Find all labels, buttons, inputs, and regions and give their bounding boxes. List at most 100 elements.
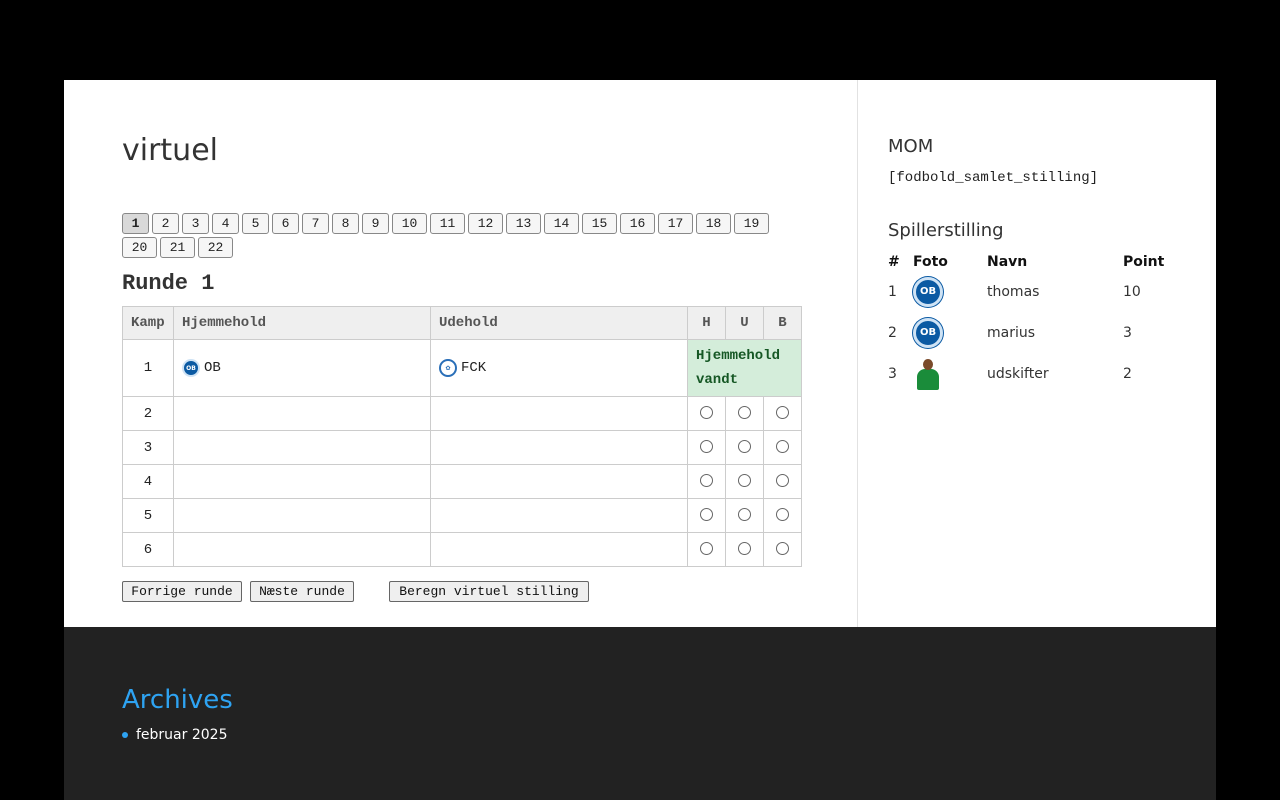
round-button-6[interactable]: 6 (272, 213, 299, 234)
round-button-4[interactable]: 4 (212, 213, 239, 234)
ob-logo-icon: OB (913, 276, 943, 307)
mom-title: MOM (888, 136, 934, 157)
footer: Archives februar 2025 (64, 627, 1216, 800)
radio-draw[interactable] (738, 440, 751, 454)
round-actions: Forrige runde Næste runde Beregn virtuel… (122, 581, 802, 603)
round-button-10[interactable]: 10 (392, 213, 427, 234)
away-team-cell (430, 532, 688, 567)
matches-table: Kamp Hjemmehold Udehold H U B 1 OB OB ✿ FC… (122, 306, 802, 567)
page-title: virtuel (122, 133, 218, 168)
round-button-18[interactable]: 18 (696, 213, 731, 234)
fck-logo-icon: ✿ (439, 359, 457, 377)
match-number: 3 (122, 430, 174, 465)
col-b: B (763, 306, 802, 340)
col-kamp: Kamp (122, 306, 174, 340)
rank: 3 (888, 365, 897, 382)
shortcode-text: [fodbold_samlet_stilling] (888, 170, 1099, 186)
radio-draw[interactable] (738, 406, 751, 420)
radio-away-win[interactable] (776, 406, 789, 420)
col-away: Udehold (430, 306, 688, 340)
standings-title: Spillerstilling (888, 220, 1004, 241)
archives-title: Archives (122, 685, 233, 715)
round-button-17[interactable]: 17 (658, 213, 693, 234)
round-button-1[interactable]: 1 (122, 213, 149, 234)
radio-away-win[interactable] (776, 440, 789, 454)
home-team-cell (173, 396, 431, 431)
radio-away-win[interactable] (776, 474, 789, 488)
sidebar-divider (857, 80, 858, 627)
round-button-20[interactable]: 20 (122, 237, 157, 258)
match-number: 4 (122, 464, 174, 499)
player-standings-table: # Foto Navn Point 1 OB thomas 10 2 OB ma… (888, 253, 1183, 394)
player-name: thomas (987, 283, 1040, 300)
col-rank: # (888, 254, 900, 270)
standings-header-row: # Foto Navn Point (888, 253, 1183, 271)
round-button-16[interactable]: 16 (620, 213, 655, 234)
home-team-cell (173, 430, 431, 465)
radio-home-win[interactable] (700, 474, 713, 488)
round-button-9[interactable]: 9 (362, 213, 389, 234)
archive-link-februar-2025[interactable]: februar 2025 (136, 727, 227, 743)
round-button-3[interactable]: 3 (182, 213, 209, 234)
home-team-cell (173, 464, 431, 499)
player-name: marius (987, 324, 1036, 341)
table-header-row: Kamp Hjemmehold Udehold H U B (122, 306, 802, 340)
table-row: 6 (122, 532, 802, 567)
round-button-15[interactable]: 15 (582, 213, 617, 234)
next-round-button[interactable]: Næste runde (250, 581, 354, 602)
player-name: udskifter (987, 365, 1049, 382)
away-team-cell (430, 396, 688, 431)
match-number: 2 (122, 396, 174, 431)
col-u: U (725, 306, 764, 340)
away-team-cell (430, 498, 688, 533)
col-h: H (687, 306, 726, 340)
round-button-11[interactable]: 11 (430, 213, 465, 234)
standings-row: 3 udskifter 2 (888, 353, 1183, 394)
col-home: Hjemmehold (173, 306, 431, 340)
round-button-5[interactable]: 5 (242, 213, 269, 234)
home-team-cell (173, 532, 431, 567)
home-team-name: OB (204, 360, 221, 377)
round-button-2[interactable]: 2 (152, 213, 179, 234)
radio-home-win[interactable] (700, 406, 713, 420)
radio-home-win[interactable] (700, 440, 713, 454)
round-button-13[interactable]: 13 (506, 213, 541, 234)
player-points: 3 (1123, 324, 1132, 341)
table-row: 1 OB OB ✿ FCK Hjemmehold vandt (122, 339, 802, 397)
match-number: 5 (122, 498, 174, 533)
standings-row: 1 OB thomas 10 (888, 271, 1183, 312)
radio-away-win[interactable] (776, 508, 789, 522)
away-team-cell (430, 430, 688, 465)
radio-home-win[interactable] (700, 542, 713, 556)
table-row: 3 (122, 430, 802, 465)
main-content-box: virtuel 1 2 3 4 5 6 7 8 9 10 11 12 13 14… (64, 80, 1216, 627)
round-button-12[interactable]: 12 (468, 213, 503, 234)
round-button-8[interactable]: 8 (332, 213, 359, 234)
standings-row: 2 OB marius 3 (888, 312, 1183, 353)
match-number: 1 (122, 339, 174, 397)
round-button-14[interactable]: 14 (544, 213, 579, 234)
radio-home-win[interactable] (700, 508, 713, 522)
previous-round-button[interactable]: Forrige runde (122, 581, 242, 602)
round-button-21[interactable]: 21 (160, 237, 195, 258)
round-button-22[interactable]: 22 (198, 237, 233, 258)
radio-draw[interactable] (738, 508, 751, 522)
round-title: Runde 1 (122, 271, 215, 296)
rank: 1 (888, 283, 897, 300)
radio-draw[interactable] (738, 474, 751, 488)
player-photo (913, 357, 943, 391)
ob-logo-icon: OB (182, 359, 200, 378)
radio-away-win[interactable] (776, 542, 789, 556)
calculate-virtual-standings-button[interactable]: Beregn virtuel stilling (389, 581, 589, 602)
player-points: 10 (1123, 283, 1141, 300)
table-row: 2 (122, 396, 802, 431)
round-button-19[interactable]: 19 (734, 213, 769, 234)
away-team-name: FCK (461, 360, 487, 376)
table-row: 5 (122, 498, 802, 533)
col-photo: Foto (913, 254, 948, 270)
archive-item: februar 2025 (122, 727, 227, 743)
round-button-7[interactable]: 7 (302, 213, 329, 234)
radio-draw[interactable] (738, 542, 751, 556)
col-name: Navn (987, 254, 1028, 270)
away-team-cell: ✿ FCK (430, 339, 688, 397)
